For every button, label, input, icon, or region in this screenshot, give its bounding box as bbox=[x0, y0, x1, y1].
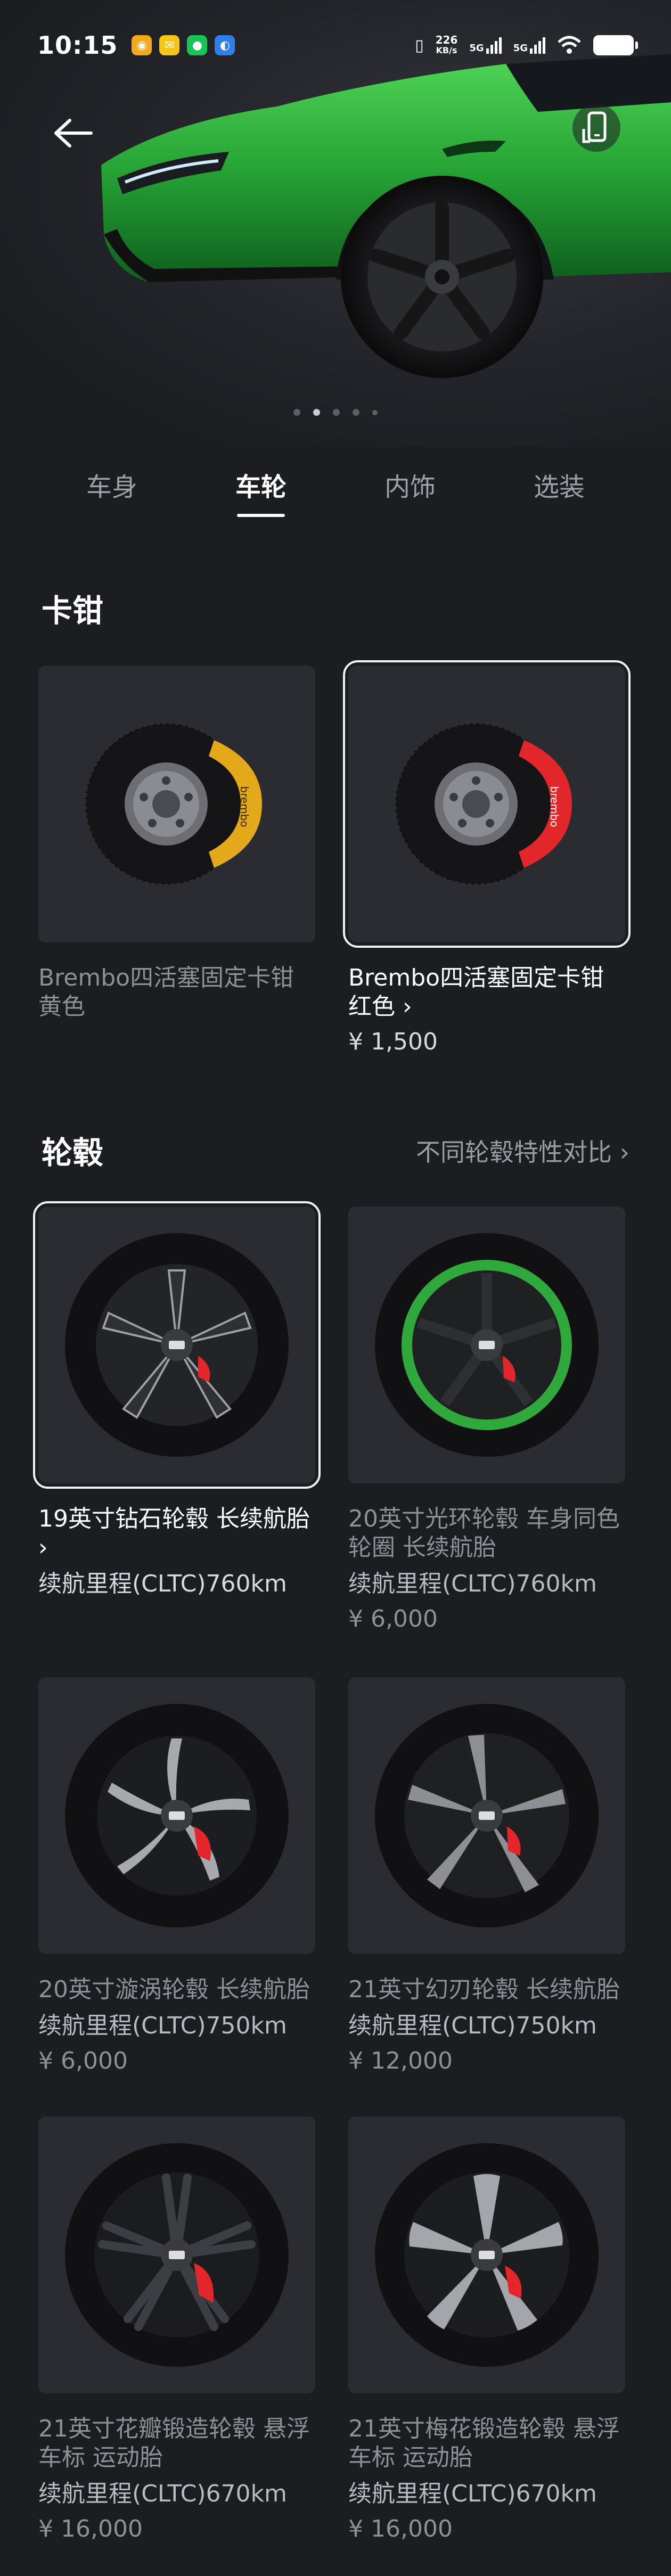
wheel-image bbox=[348, 1207, 625, 1483]
speed-value: 226 bbox=[435, 34, 458, 46]
vibrate-icon: ▯ bbox=[415, 36, 424, 55]
wheel-option-6[interactable]: 21英寸梅花锻造轮毂 悬浮 车标 运动胎 续航里程(CLTC)670km ¥ 1… bbox=[348, 2116, 625, 2544]
wheel-21-petal-icon bbox=[65, 2143, 289, 2367]
wheel-price: ¥ 16,000 bbox=[38, 2515, 143, 2542]
brake-disc-yellow-icon: brembo bbox=[85, 723, 262, 885]
wheel-price: ¥ 16,000 bbox=[348, 2515, 453, 2542]
carousel-dot[interactable] bbox=[372, 410, 378, 415]
caliper-name: Brembo四活塞固定卡钳 红色 › bbox=[348, 964, 604, 1020]
tab-wheels[interactable]: 车轮 bbox=[186, 466, 336, 503]
signal-bars-icon bbox=[530, 37, 545, 54]
tab-body[interactable]: 车身 bbox=[37, 466, 186, 503]
caliper-price: ¥ 1,500 bbox=[348, 1028, 438, 1055]
wheels-section-title: 轮毂 bbox=[42, 1135, 104, 1171]
tab-options[interactable]: 选装 bbox=[485, 466, 634, 503]
wheel-21-blade-icon bbox=[375, 1704, 599, 1927]
wheel-image bbox=[33, 1201, 321, 1489]
wheel-range: 续航里程(CLTC)670km bbox=[348, 2480, 597, 2507]
caliper-image: brembo bbox=[343, 660, 631, 948]
svg-text:brembo: brembo bbox=[548, 786, 561, 827]
carousel-indicator bbox=[0, 409, 671, 416]
browser-icon: ◐ bbox=[215, 35, 235, 55]
weibo-icon: ◉ bbox=[132, 35, 152, 55]
wheel-range: 续航里程(CLTC)750km bbox=[348, 2012, 597, 2039]
signal-1-label: 5G bbox=[469, 43, 484, 54]
arrow-left-icon bbox=[54, 119, 93, 147]
wheel-name: 19英寸钻石轮毂 长续航胎 › bbox=[38, 1505, 310, 1561]
wheel-range: 续航里程(CLTC)760km bbox=[348, 1570, 597, 1597]
wheel-21-plum-icon bbox=[375, 2143, 599, 2367]
phone-rotate-icon bbox=[582, 111, 607, 143]
wheel-price: ¥ 12,000 bbox=[348, 2047, 453, 2074]
wheel-name: 20英寸光环轮毂 车身同色 轮圈 长续航胎 bbox=[348, 1505, 620, 1561]
carousel-dot[interactable] bbox=[353, 409, 359, 416]
wheel-name: 21英寸梅花锻造轮毂 悬浮 车标 运动胎 bbox=[348, 2415, 620, 2471]
status-time: 10:15 bbox=[37, 31, 118, 60]
carousel-dot[interactable] bbox=[333, 409, 340, 416]
signal-bars-icon bbox=[486, 37, 502, 54]
caliper-option-yellow[interactable]: brembo Brembo四活塞固定卡钳 黄色 bbox=[38, 666, 315, 1021]
caliper-name: Brembo四活塞固定卡钳 黄色 bbox=[38, 964, 294, 1020]
carousel-dot[interactable] bbox=[313, 409, 320, 416]
wheel-range: 续航里程(CLTC)750km bbox=[38, 2012, 287, 2039]
signal-1: 5G bbox=[469, 37, 502, 54]
speed-unit: KB/s bbox=[436, 45, 457, 55]
wheel-option-1[interactable]: 19英寸钻石轮毂 长续航胎 › 续航里程(CLTC)760km bbox=[33, 1201, 321, 1598]
calipers-section-title: 卡钳 bbox=[42, 593, 104, 629]
wheel-option-2[interactable]: 20英寸光环轮毂 车身同色 轮圈 长续航胎 续航里程(CLTC)760km ¥ … bbox=[348, 1207, 625, 1634]
wheel-name: 21英寸幻刃轮毂 长续航胎 bbox=[348, 1976, 620, 2003]
network-speed: 226 KB/s bbox=[436, 35, 458, 56]
wheel-20-vortex-icon bbox=[65, 1704, 289, 1927]
wheel-option-3[interactable]: 20英寸漩涡轮毂 长续航胎 续航里程(CLTC)750km ¥ 6,000 bbox=[38, 1677, 315, 2075]
back-button[interactable] bbox=[48, 109, 96, 157]
email-icon: ✉ bbox=[159, 35, 180, 55]
wheel-range: 续航里程(CLTC)760km bbox=[38, 1570, 287, 1597]
wheel-image bbox=[38, 2116, 315, 2393]
wheel-price: ¥ 6,000 bbox=[38, 2047, 128, 2074]
status-bar: 10:15 ◉ ✉ ● ◐ ▯ 226 KB/s 5G 5G bbox=[0, 0, 671, 91]
notification-icons: ◉ ✉ ● ◐ bbox=[132, 35, 235, 55]
car-image bbox=[101, 54, 671, 378]
wheel-20-halo-icon bbox=[375, 1233, 599, 1457]
brake-disc-red-icon: brembo bbox=[395, 723, 572, 885]
wheel-19-diamond-icon bbox=[65, 1233, 289, 1457]
caliper-option-red[interactable]: brembo Brembo四活塞固定卡钳 红色 › ¥ 1,500 bbox=[343, 660, 631, 1056]
wheel-name: 20英寸漩涡轮毂 长续航胎 bbox=[38, 1976, 310, 2003]
svg-text:brembo: brembo bbox=[238, 786, 251, 827]
signal-2-label: 5G bbox=[513, 43, 528, 54]
battery-icon bbox=[593, 35, 638, 55]
wechat-icon: ● bbox=[187, 35, 208, 55]
caliper-image: brembo bbox=[38, 666, 315, 942]
compare-wheels-link[interactable]: 不同轮毂特性对比 › bbox=[416, 1133, 629, 1168]
phone-view-button[interactable] bbox=[572, 104, 620, 152]
tab-interior[interactable]: 内饰 bbox=[336, 466, 485, 503]
wheel-image bbox=[38, 1677, 315, 1954]
wheel-image bbox=[348, 1677, 625, 1954]
wheel-option-4[interactable]: 21英寸幻刃轮毂 长续航胎 续航里程(CLTC)750km ¥ 12,000 bbox=[348, 1677, 625, 2075]
wheel-option-5[interactable]: 21英寸花瓣锻造轮毂 悬浮 车标 运动胎 续航里程(CLTC)670km ¥ 1… bbox=[38, 2116, 315, 2544]
hero-banner: 10:15 ◉ ✉ ● ◐ ▯ 226 KB/s 5G 5G bbox=[0, 0, 671, 447]
wifi-icon bbox=[558, 36, 581, 54]
wheel-name: 21英寸花瓣锻造轮毂 悬浮 车标 运动胎 bbox=[38, 2415, 310, 2471]
wheel-image bbox=[348, 2116, 625, 2393]
wheel-range: 续航里程(CLTC)670km bbox=[38, 2480, 287, 2507]
wheel-price: ¥ 6,000 bbox=[348, 1605, 438, 1632]
signal-2: 5G bbox=[513, 37, 545, 54]
tab-bar: 车身 车轮 内饰 选装 bbox=[0, 466, 671, 503]
carousel-dot[interactable] bbox=[293, 409, 300, 416]
